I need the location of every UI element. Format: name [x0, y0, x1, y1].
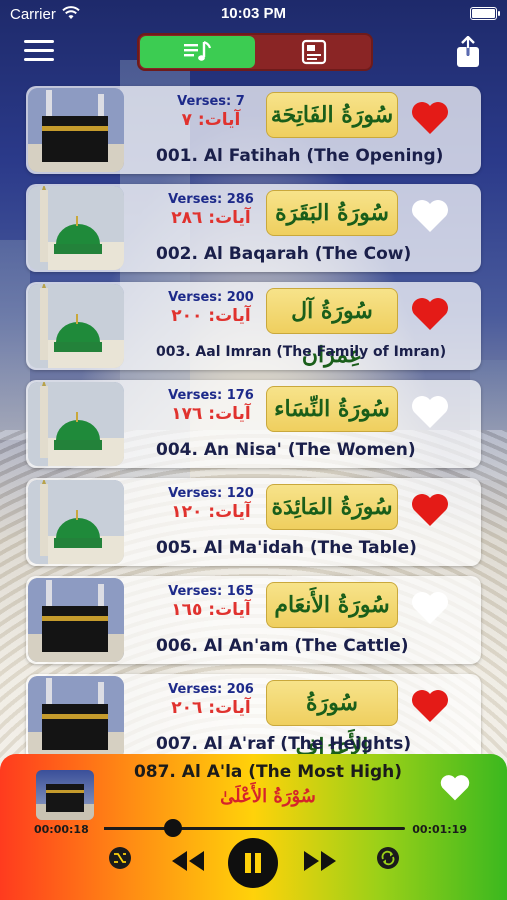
surah-title: 006. Al An'am (The Cattle) [156, 636, 409, 656]
surah-calligraphy: سُورَةُ الأَعرَاف [266, 680, 398, 760]
surah-title: 001. Al Fatihah (The Opening) [156, 146, 444, 166]
surah-calligraphy: سُورَةُ الفَاتِحَة [266, 92, 398, 138]
surah-thumbnail [28, 578, 124, 662]
verse-count: Verses: 7 [177, 94, 245, 109]
now-playing-arabic: سُوْرَةُ الأَعْلَىٰ [220, 786, 316, 807]
surah-row[interactable]: Verses: 120 آيات: ١٢٠ سُورَةُ المَائِدَة 00… [26, 478, 481, 566]
heart-icon[interactable] [410, 196, 450, 234]
verse-count: Verses: 165 [168, 584, 254, 599]
surah-row[interactable]: Verses: 200 آيات: ٢٠٠ سُورَةُ آل عِمرَان 00… [26, 282, 481, 370]
heart-icon[interactable] [410, 98, 450, 136]
surah-calligraphy: سُورَةُ النِّسَاء [266, 386, 398, 432]
tab-card-view[interactable] [256, 35, 371, 69]
now-playing-artwork [36, 770, 94, 820]
surah-calligraphy: سُورَةُ البَقَرَة [266, 190, 398, 236]
heart-icon[interactable] [410, 490, 450, 528]
clock: 10:03 PM [220, 5, 287, 22]
verse-count-arabic: آيات: ٧ [181, 110, 241, 130]
hamburger-icon[interactable] [24, 40, 54, 62]
status-bar: Carrier 10:03 PM [0, 0, 507, 30]
surah-thumbnail [28, 186, 124, 270]
surah-row[interactable]: Verses: 165 آيات: ١٦٥ سُورَةُ الأَنعَام 006… [26, 576, 481, 664]
repeat-button[interactable] [376, 846, 400, 870]
verse-count-arabic: آيات: ٢٠٦ [171, 698, 251, 718]
tab-playlist[interactable] [140, 36, 255, 68]
surah-thumbnail [28, 480, 124, 564]
progress-knob[interactable] [164, 819, 183, 837]
shuffle-icon [109, 847, 131, 869]
verse-count: Verses: 176 [168, 388, 254, 403]
surah-calligraphy: سُورَةُ المَائِدَة [266, 484, 398, 530]
rewind-button[interactable] [170, 846, 206, 876]
verse-count-arabic: آيات: ١٦٥ [171, 600, 251, 620]
verse-count: Verses: 286 [168, 192, 254, 207]
surah-calligraphy: سُورَةُ آل عِمرَان [266, 288, 398, 368]
shuffle-button[interactable] [108, 846, 132, 870]
surah-list: Verses: 7 آيات: ٧ سُورَةُ الفَاتِحَة 001. A… [26, 86, 481, 772]
share-icon[interactable] [455, 36, 481, 68]
surah-row[interactable]: Verses: 7 آيات: ٧ سُورَةُ الفَاتِحَة 001. A… [26, 86, 481, 174]
pause-icon [245, 853, 261, 873]
music-list-icon [183, 40, 211, 61]
surah-row[interactable]: Verses: 206 آيات: ٢٠٦ سُورَةُ الأَعرَاف 007… [26, 674, 481, 762]
surah-title: 007. Al A'raf (The Heights) [156, 734, 412, 754]
now-playing-title: 087. Al A'la (The Most High) [133, 762, 403, 782]
heart-icon[interactable] [410, 686, 450, 724]
surah-row[interactable]: Verses: 286 آيات: ٢٨٦ سُورَةُ البَقَرَة 002… [26, 184, 481, 272]
verse-count-arabic: آيات: ٢٨٦ [171, 208, 251, 228]
surah-row[interactable]: Verses: 176 آيات: ١٧٦ سُورَةُ النِّسَاء 004… [26, 380, 481, 468]
surah-title: 005. Al Ma'idah (The Table) [156, 538, 417, 558]
total-time: 00:01:19 [412, 823, 467, 836]
surah-thumbnail [28, 676, 124, 760]
verse-count: Verses: 120 [168, 486, 254, 501]
surah-thumbnail [28, 284, 124, 368]
battery-icon [470, 7, 500, 20]
surah-thumbnail [28, 382, 124, 466]
surah-thumbnail [28, 88, 124, 172]
elapsed-time: 00:00:18 [34, 823, 89, 836]
surah-calligraphy: سُورَةُ الأَنعَام [266, 582, 398, 628]
surah-title: 004. An Nisa' (The Women) [156, 440, 416, 460]
heart-icon[interactable] [410, 392, 450, 430]
pause-button[interactable] [228, 838, 278, 888]
surah-title: 002. Al Baqarah (The Cow) [156, 244, 412, 264]
verse-count: Verses: 206 [168, 682, 254, 697]
bookmark-card-icon [301, 39, 326, 65]
view-segmented-control[interactable] [137, 33, 373, 71]
heart-icon[interactable] [439, 772, 471, 802]
verse-count: Verses: 200 [168, 290, 254, 305]
fast-forward-button[interactable] [302, 846, 338, 876]
repeat-icon [377, 847, 399, 869]
surah-title: 003. Aal Imran (The Family of Imran) [156, 344, 447, 360]
verse-count-arabic: آيات: ١٢٠ [171, 502, 251, 522]
heart-icon[interactable] [410, 588, 450, 626]
verse-count-arabic: آيات: ١٧٦ [171, 404, 251, 424]
audio-player: 087. Al A'la (The Most High) سُوْرَةُ ال… [0, 754, 507, 900]
heart-icon[interactable] [410, 294, 450, 332]
rewind-icon [172, 851, 204, 871]
verse-count-arabic: آيات: ٢٠٠ [171, 306, 251, 326]
progress-slider[interactable] [104, 819, 405, 837]
fast-forward-icon [304, 851, 336, 871]
